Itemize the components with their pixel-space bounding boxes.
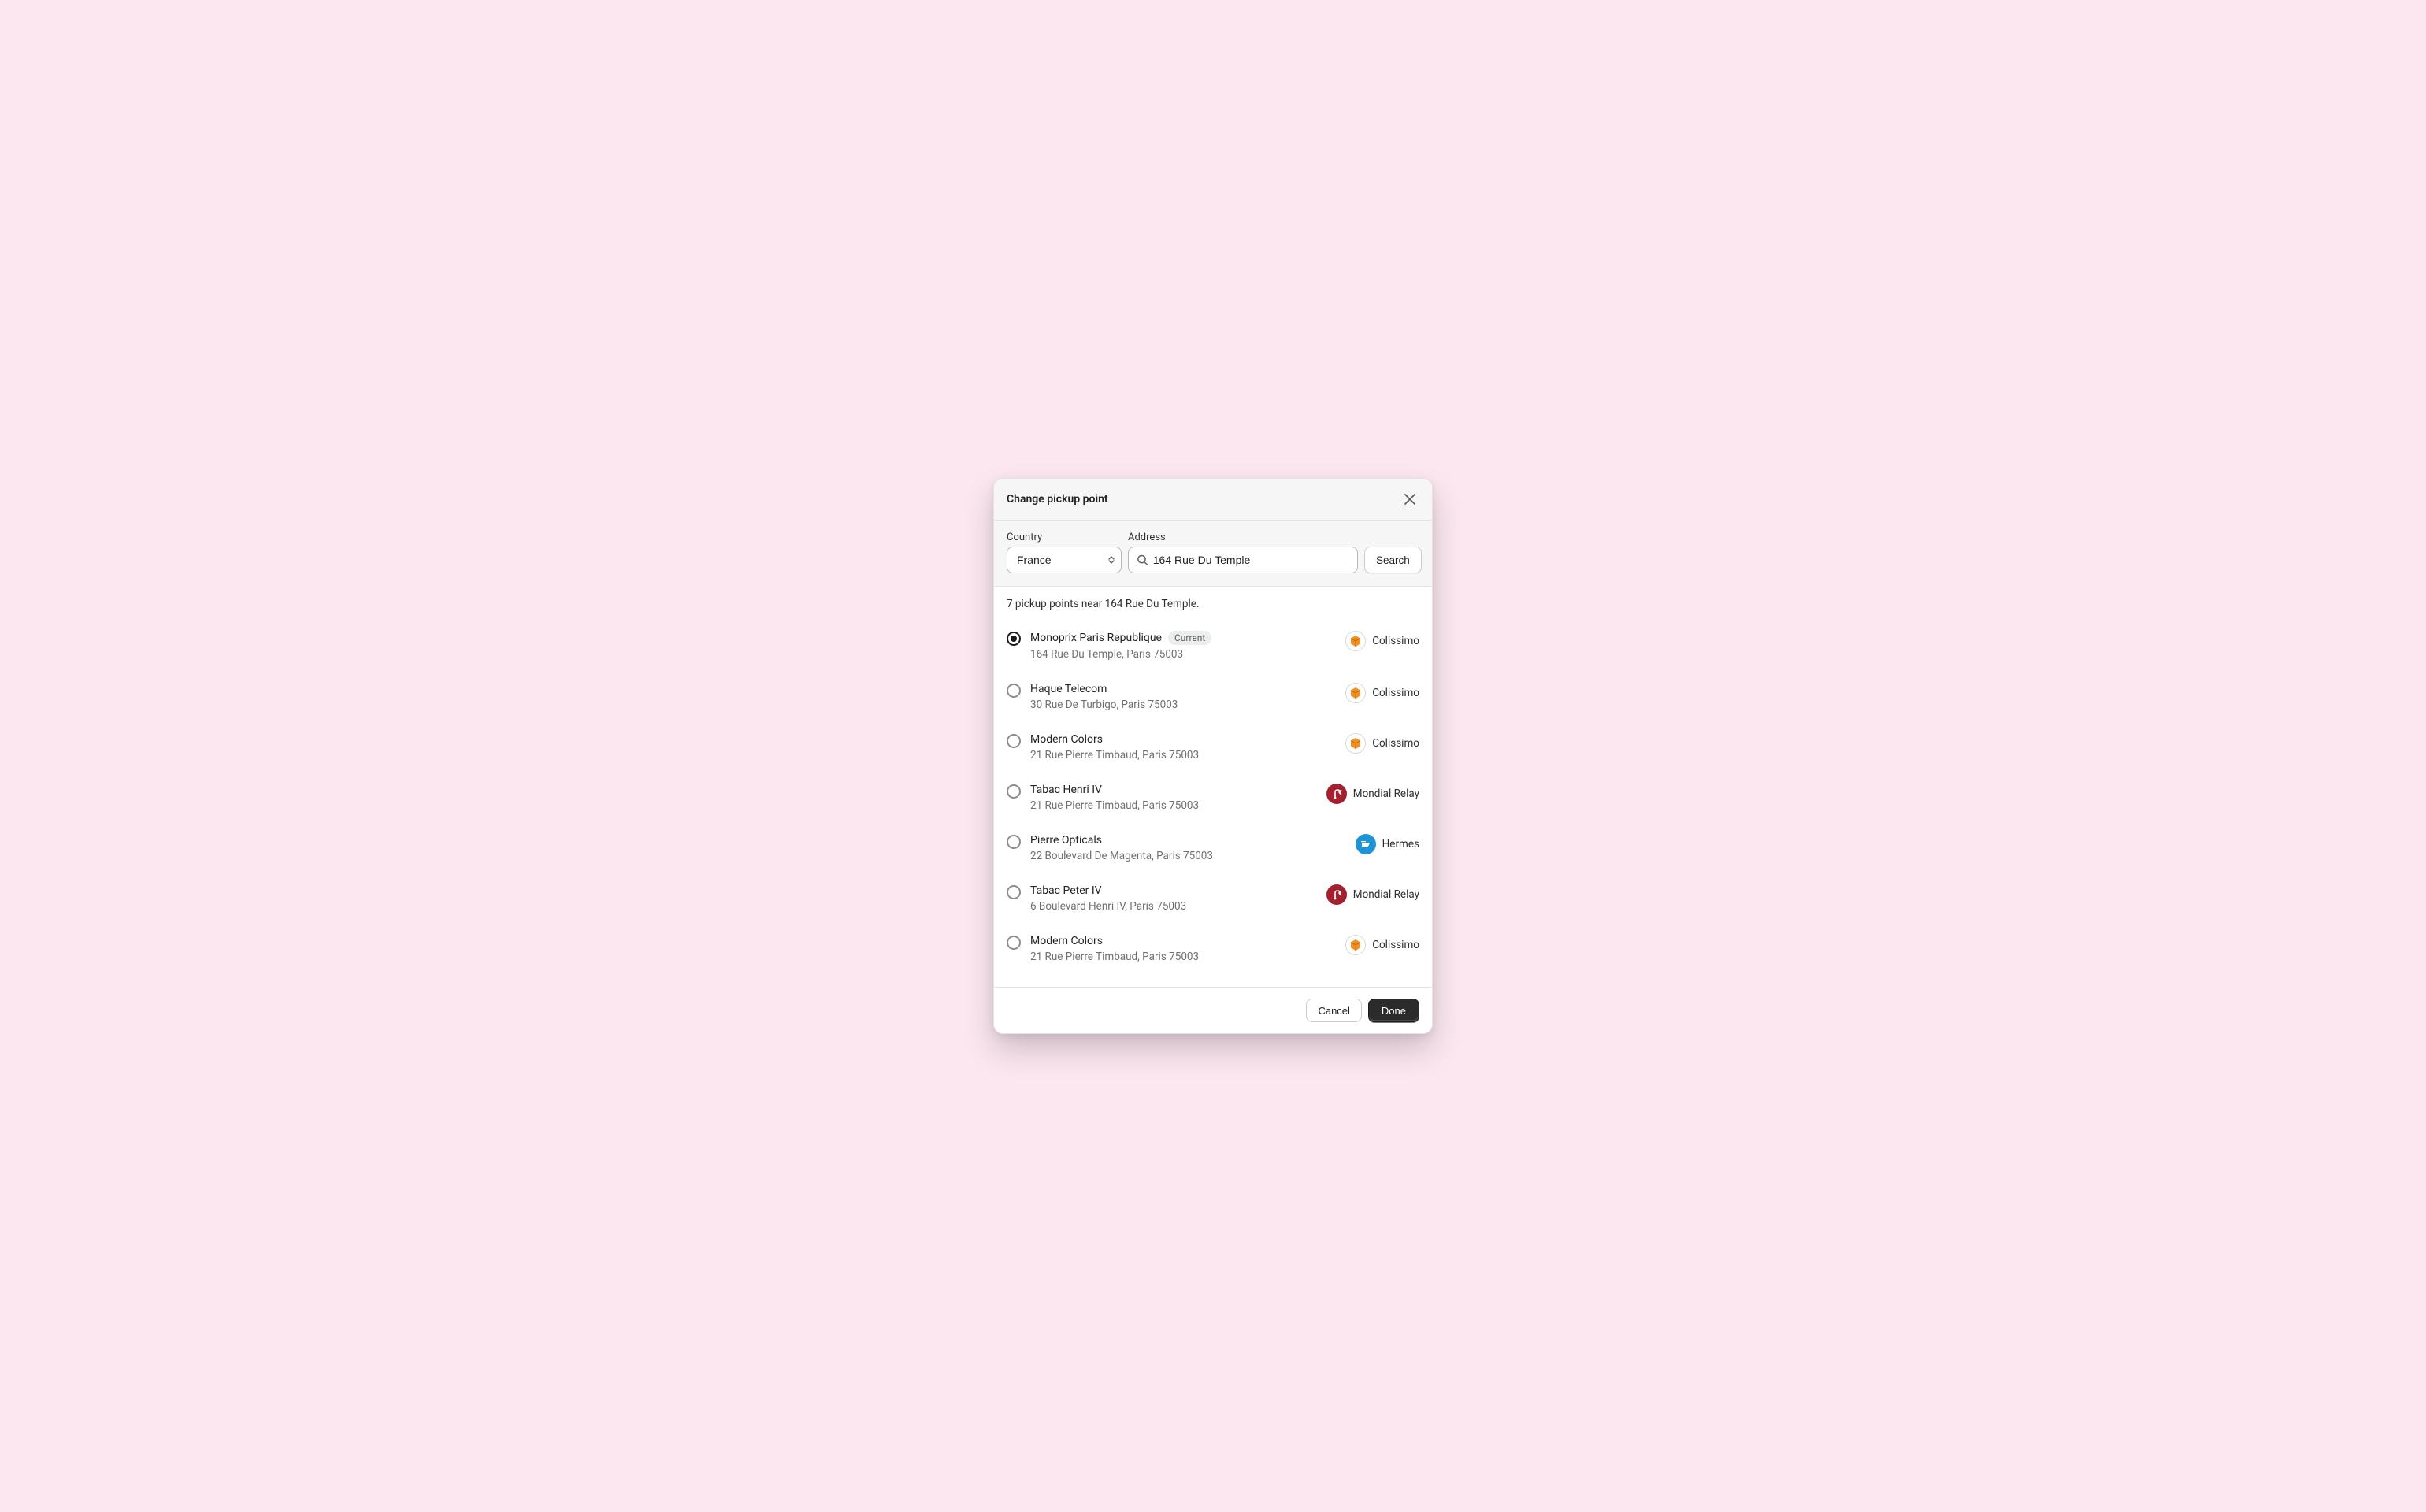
carrier: Colissimo (1345, 683, 1419, 703)
carrier-label: Mondial Relay (1353, 888, 1419, 901)
colissimo-icon (1345, 631, 1366, 651)
pickup-address: 21 Rue Pierre Timbaud, Paris 75003 (1030, 951, 1336, 963)
pickup-address: 22 Boulevard De Magenta, Paris 75003 (1030, 850, 1346, 862)
pickup-point-list: Monoprix Paris Republique Current 164 Rue … (994, 613, 1432, 987)
colissimo-icon (1345, 683, 1366, 703)
address-label: Address (1128, 532, 1358, 543)
pickup-radio[interactable] (1007, 684, 1021, 698)
cancel-button[interactable]: Cancel (1306, 999, 1361, 1022)
pickup-name: Haque Telecom (1030, 683, 1107, 695)
pickup-info: Tabac Henri IV 21 Rue Pierre Timbaud, Par… (1030, 784, 1317, 812)
carrier: Mondial Relay (1326, 784, 1419, 804)
pickup-address: 164 Rue Du Temple, Paris 75003 (1030, 648, 1336, 661)
pickup-point-row[interactable]: Modern Colors 21 Rue Pierre Timbaud, Pari… (1007, 924, 1419, 974)
pickup-point-modal: Change pickup point Country France Addre… (993, 478, 1433, 1034)
search-icon (1137, 554, 1148, 566)
done-button[interactable]: Done (1368, 999, 1419, 1022)
pickup-point-row[interactable]: Haque Telecom 30 Rue De Turbigo, Paris 75… (1007, 672, 1419, 722)
country-label: Country (1007, 532, 1122, 543)
close-button[interactable] (1400, 490, 1419, 509)
results-caption: 7 pickup points near 164 Rue Du Temple. (994, 587, 1432, 613)
modal-footer: Cancel Done (994, 987, 1432, 1033)
carrier-label: Colissimo (1372, 687, 1419, 699)
carrier-label: Colissimo (1372, 737, 1419, 750)
mondial-relay-icon (1326, 884, 1347, 905)
mondial-relay-icon (1326, 784, 1347, 804)
pickup-info: Modern Colors 21 Rue Pierre Timbaud, Pari… (1030, 733, 1336, 762)
hermes-icon (1356, 834, 1376, 854)
modal-title: Change pickup point (1007, 493, 1108, 506)
pickup-point-row[interactable]: Pierre Opticals 22 Boulevard De Magenta, … (1007, 823, 1419, 873)
country-select[interactable]: France (1007, 547, 1121, 573)
pickup-info: Tabac Peter IV 6 Boulevard Henri IV, Pari… (1030, 884, 1317, 913)
pickup-name: Pierre Opticals (1030, 834, 1102, 847)
pickup-radio[interactable] (1007, 835, 1021, 849)
pickup-point-row[interactable]: Tabac Peter IV 6 Boulevard Henri IV, Pari… (1007, 873, 1419, 924)
pickup-address: 30 Rue De Turbigo, Paris 75003 (1030, 699, 1336, 711)
pickup-radio[interactable] (1007, 784, 1021, 799)
pickup-name: Modern Colors (1030, 935, 1103, 947)
pickup-address: 21 Rue Pierre Timbaud, Paris 75003 (1030, 799, 1317, 812)
country-select-wrap: France (1007, 547, 1122, 573)
carrier-label: Mondial Relay (1353, 788, 1419, 800)
address-input-wrap (1128, 547, 1358, 573)
address-input[interactable] (1153, 554, 1349, 566)
close-icon (1404, 494, 1415, 505)
pickup-address: 6 Boulevard Henri IV, Paris 75003 (1030, 900, 1317, 913)
pickup-radio[interactable] (1007, 632, 1021, 646)
pickup-radio[interactable] (1007, 885, 1021, 899)
carrier-label: Colissimo (1372, 635, 1419, 647)
pickup-address: 21 Rue Pierre Timbaud, Paris 75003 (1030, 749, 1336, 762)
pickup-info: Modern Colors 21 Rue Pierre Timbaud, Pari… (1030, 935, 1336, 963)
country-field: Country France (1007, 532, 1122, 573)
pickup-name: Tabac Peter IV (1030, 884, 1102, 897)
search-button[interactable]: Search (1364, 547, 1422, 573)
modal-header: Change pickup point (994, 479, 1432, 521)
carrier-label: Colissimo (1372, 939, 1419, 951)
pickup-info: Pierre Opticals 22 Boulevard De Magenta, … (1030, 834, 1346, 862)
pickup-info: Haque Telecom 30 Rue De Turbigo, Paris 75… (1030, 683, 1336, 711)
carrier: Mondial Relay (1326, 884, 1419, 905)
pickup-point-row[interactable]: Modern Colors 21 Rue Pierre Timbaud, Pari… (1007, 722, 1419, 773)
carrier: Colissimo (1345, 935, 1419, 955)
pickup-name: Modern Colors (1030, 733, 1103, 746)
pickup-point-row[interactable]: Tabac Henri IV 21 Rue Pierre Timbaud, Par… (1007, 773, 1419, 823)
pickup-name: Monoprix Paris Republique (1030, 632, 1162, 644)
carrier-label: Hermes (1382, 838, 1419, 850)
search-bar: Country France Address Search (994, 521, 1432, 587)
current-badge: Current (1168, 631, 1211, 645)
pickup-point-row[interactable]: Monoprix Paris Republique Current 164 Rue … (1007, 620, 1419, 672)
carrier: Colissimo (1345, 733, 1419, 754)
pickup-info: Monoprix Paris Republique Current 164 Rue … (1030, 631, 1336, 661)
carrier: Colissimo (1345, 631, 1419, 651)
address-field: Address (1128, 532, 1358, 573)
colissimo-icon (1345, 935, 1366, 955)
pickup-radio[interactable] (1007, 734, 1021, 748)
pickup-name: Tabac Henri IV (1030, 784, 1102, 796)
colissimo-icon (1345, 733, 1366, 754)
pickup-radio[interactable] (1007, 936, 1021, 950)
carrier: Hermes (1356, 834, 1419, 854)
